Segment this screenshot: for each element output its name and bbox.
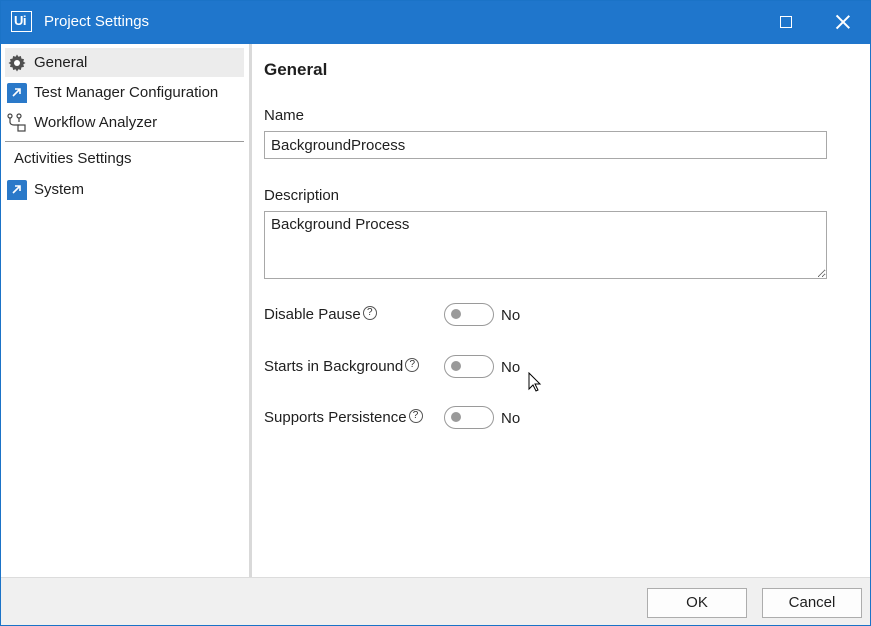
cancel-button[interactable]: Cancel (762, 588, 862, 618)
toggle-knob (451, 309, 461, 319)
uipath-logo-icon: Ui (11, 11, 32, 32)
name-input[interactable] (264, 131, 827, 159)
supports-persistence-value: No (501, 410, 521, 427)
sidebar-item-label: Test Manager Configuration (34, 84, 219, 101)
dialog-footer: OK Cancel (1, 577, 870, 625)
title-bar: Ui Project Settings (1, 1, 870, 44)
activities-settings-heading: Activities Settings (14, 150, 132, 167)
supports-persistence-label: Supports Persistence? (264, 409, 423, 426)
toggle-knob (451, 361, 461, 371)
disable-pause-value: No (501, 307, 521, 324)
supports-persistence-toggle[interactable] (444, 406, 494, 429)
sidebar-item-system[interactable]: System (5, 175, 244, 204)
system-icon (7, 180, 27, 200)
sidebar: General Test Manager Configuration Workf… (1, 44, 249, 577)
window-title: Project Settings (44, 13, 150, 30)
starts-in-background-toggle[interactable] (444, 355, 494, 378)
gear-icon (8, 54, 26, 72)
help-icon[interactable]: ? (408, 409, 423, 423)
general-settings-panel: General Name Description Background Proc… (252, 44, 870, 577)
toggle-knob (451, 412, 461, 422)
help-icon[interactable]: ? (362, 306, 377, 320)
mouse-cursor-icon (528, 372, 542, 392)
ok-button[interactable]: OK (647, 588, 747, 618)
project-settings-window: Ui Project Settings General Test Manager… (0, 0, 871, 626)
sidebar-item-label: General (34, 54, 88, 71)
sidebar-item-label: System (34, 181, 85, 198)
disable-pause-toggle[interactable] (444, 303, 494, 326)
help-icon[interactable]: ? (405, 358, 420, 372)
starts-in-background-label: Starts in Background? (264, 358, 420, 375)
sidebar-separator (5, 141, 244, 142)
name-label: Name (264, 107, 305, 124)
description-textarea[interactable]: Background Process (264, 211, 827, 279)
page-title: General (264, 60, 328, 79)
description-label: Description (264, 187, 340, 204)
sidebar-item-general[interactable]: General (5, 48, 244, 77)
sidebar-item-label: Workflow Analyzer (34, 114, 158, 131)
sidebar-item-test-manager[interactable]: Test Manager Configuration (5, 78, 244, 107)
disable-pause-label: Disable Pause? (264, 306, 377, 323)
workflow-analyzer-icon (7, 113, 26, 132)
starts-in-background-value: No (501, 359, 521, 376)
maximize-button[interactable] (763, 1, 809, 44)
close-button[interactable] (819, 1, 865, 44)
sidebar-item-workflow-analyzer[interactable]: Workflow Analyzer (5, 108, 244, 137)
maximize-icon (780, 16, 792, 28)
test-manager-icon (7, 83, 27, 103)
